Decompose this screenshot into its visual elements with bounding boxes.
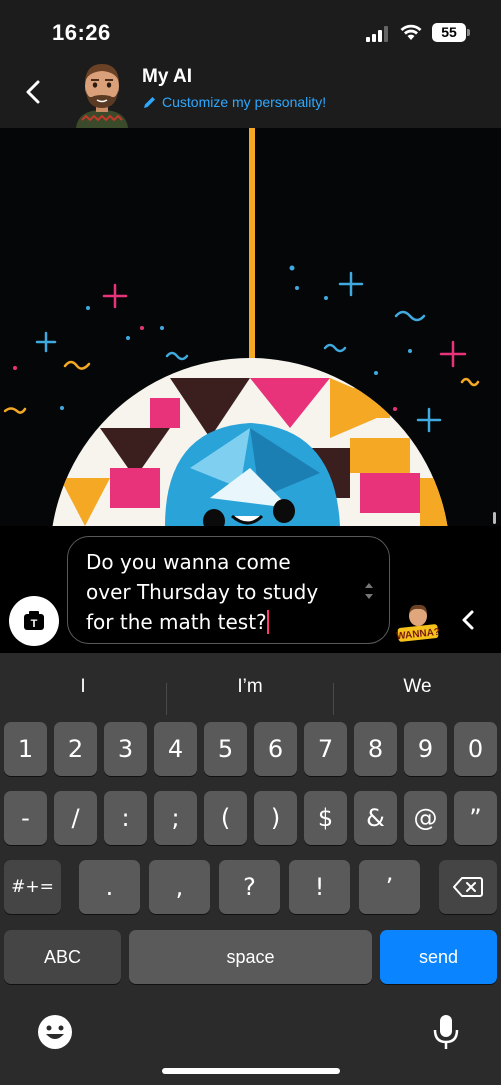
key-period[interactable]: . [79,860,140,914]
key-3[interactable]: 3 [104,722,147,776]
chat-header: My AI Customize my personality! [0,60,501,128]
key-2[interactable]: 2 [54,722,97,776]
message-line: Do you wanna come [86,550,291,574]
key-9[interactable]: 9 [404,722,447,776]
key-comma[interactable]: , [149,860,210,914]
camera-icon: T [24,611,44,630]
suggestion-3[interactable]: We [334,667,501,707]
key-quote[interactable]: ” [454,791,497,845]
key-open-paren[interactable]: ( [204,791,247,845]
svg-text:T: T [31,618,38,630]
microphone-icon[interactable] [432,1013,460,1051]
status-time: 16:26 [52,20,111,45]
key-more-symbols[interactable]: #+= [4,860,61,914]
customize-personality-label: Customize my personality! [162,94,327,110]
expand-resize-icon[interactable] [363,581,375,601]
key-space[interactable]: space [129,930,372,984]
backspace-icon [453,877,483,897]
cellular-signal-icon [366,26,388,42]
key-1[interactable]: 1 [4,722,47,776]
key-8[interactable]: 8 [354,722,397,776]
key-exclamation[interactable]: ! [289,860,350,914]
key-at[interactable]: @ [404,791,447,845]
key-slash[interactable]: / [54,791,97,845]
disco-ball-illustration [0,128,501,526]
keyboard: I I’m We 1 2 3 4 5 6 7 8 9 0 - / : ; ( )… [0,653,501,1085]
text-caret [266,610,269,634]
key-0[interactable]: 0 [454,722,497,776]
chevron-left-icon[interactable] [455,606,483,634]
key-colon[interactable]: : [104,791,147,845]
status-bar: 16:26 55 [0,0,501,60]
key-abc[interactable]: ABC [4,930,121,984]
pencil-icon [144,96,155,108]
key-4[interactable]: 4 [154,722,197,776]
chat-title: My AI [142,66,192,87]
suggestion-1[interactable]: I [0,667,166,707]
battery-icon: 55 [432,23,466,42]
message-line: over Thursday to study [86,580,319,604]
delete-key[interactable] [439,860,497,914]
wifi-icon [400,24,422,40]
scroll-indicator[interactable] [493,512,496,524]
customize-personality-link[interactable]: Customize my personality! [142,94,326,110]
key-5[interactable]: 5 [204,722,247,776]
key-question[interactable]: ? [219,860,280,914]
home-indicator[interactable] [162,1068,340,1074]
suggestion-2[interactable]: I’m [167,667,333,707]
camera-button[interactable]: T [9,596,59,646]
message-input[interactable]: Do you wanna come over Thursday to study… [67,536,390,644]
key-dollar[interactable]: $ [304,791,347,845]
media-preview[interactable] [0,128,501,526]
message-line: for the math test? [86,610,267,634]
key-6[interactable]: 6 [254,722,297,776]
wanna-sticker[interactable]: WANNA? [396,602,440,646]
message-composer: T Do you wanna come over Thursday to stu… [0,526,501,653]
emoji-icon[interactable] [36,1013,74,1051]
avatar[interactable] [72,60,132,128]
key-7[interactable]: 7 [304,722,347,776]
battery-cap [467,29,470,36]
send-button[interactable]: send [380,930,497,984]
key-ampersand[interactable]: & [354,791,397,845]
message-line-with-caret: for the math test? [86,607,356,637]
suggestion-bar: I I’m We [0,667,501,715]
back-arrow-icon[interactable] [16,74,52,110]
message-text: Do you wanna come over Thursday to study… [86,547,356,637]
key-close-paren[interactable]: ) [254,791,297,845]
key-semicolon[interactable]: ; [154,791,197,845]
key-hyphen[interactable]: - [4,791,47,845]
key-apostrophe[interactable]: ’ [359,860,420,914]
